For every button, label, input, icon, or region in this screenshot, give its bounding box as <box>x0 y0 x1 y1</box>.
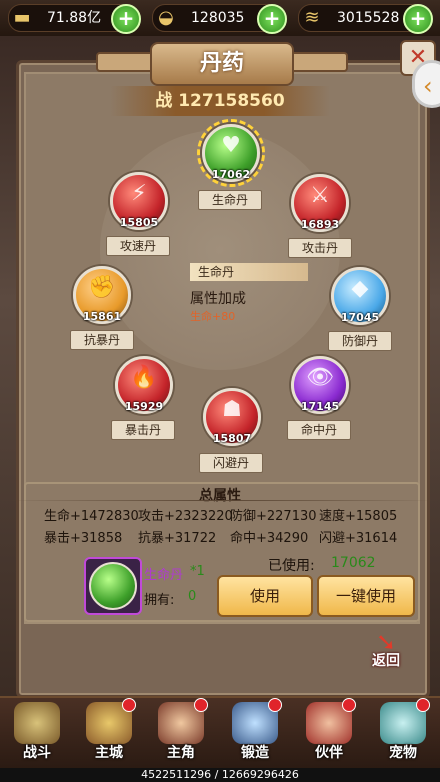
owned-label: 拥有: <box>144 593 175 608</box>
attr-accuracy: 命中+34290 <box>230 531 309 546</box>
flame-icon: 🔥 <box>130 365 158 390</box>
attr-speed: 速度+15805 <box>319 509 398 524</box>
add-gold-button[interactable]: + <box>257 4 287 34</box>
pill-label-defense: 防御丹 <box>328 331 392 351</box>
sword-icon: ⚔ <box>310 183 330 208</box>
side-drawer-toggle[interactable]: ‹ <box>412 60 440 108</box>
owned-count: 0 <box>188 589 197 604</box>
notification-dot <box>342 698 356 712</box>
pill-label-crit: 暴击丹 <box>111 420 175 440</box>
tooltip-value: 生命+80 <box>190 310 236 323</box>
notification-dot <box>416 698 430 712</box>
pill-label-dodge: 闪避丹 <box>199 453 263 473</box>
attr-life: 生命+1472830 <box>44 509 139 524</box>
attr-crit: 暴击+31858 <box>44 531 123 546</box>
attr-defense: 防御+227130 <box>230 509 317 524</box>
pill-label-anti-crit: 抗暴丹 <box>70 330 134 350</box>
combat-power: 战 127158560 <box>110 86 330 116</box>
pill-label-life: 生命丹 <box>198 190 262 210</box>
use-button[interactable]: 使用 <box>217 575 313 617</box>
used-label: 已使用: <box>268 558 315 574</box>
title-divider <box>0 500 440 501</box>
add-silver-button[interactable]: + <box>111 4 141 34</box>
notification-dot <box>268 698 282 712</box>
attr-attack: 攻击+2323220 <box>138 509 233 524</box>
pill-life[interactable]: ♥ 17062 <box>202 124 260 182</box>
selected-pill-slot[interactable] <box>84 557 142 615</box>
panel-title: 丹药 <box>150 42 294 86</box>
figure-icon: ☗ <box>222 397 242 422</box>
nav-partner[interactable]: 伙伴 <box>298 698 360 766</box>
pill-defense[interactable]: ◆ 17045 <box>331 267 389 325</box>
pill-dodge[interactable]: ☗ 15807 <box>203 388 261 446</box>
gold-resource: ◒ 128035 + <box>152 4 287 34</box>
total-attributes-title: 总属性 <box>199 488 241 504</box>
tooltip-subtitle: 属性加成 <box>190 291 246 307</box>
fist-icon: ✊ <box>88 275 116 300</box>
nav-hero[interactable]: 主角 <box>150 698 212 766</box>
notification-dot <box>194 698 208 712</box>
pill-label-attack: 攻击丹 <box>288 238 352 258</box>
pill-label-accuracy: 命中丹 <box>287 420 351 440</box>
gold-amount: 128035 <box>191 10 245 26</box>
silver-ingot-icon: ▬ <box>13 7 31 28</box>
nav-pet[interactable]: 宠物 <box>372 698 434 766</box>
used-count: 17062 <box>331 555 376 571</box>
selected-pill-qty: *1 <box>190 564 205 579</box>
pill-anti-crit[interactable]: ✊ 15861 <box>73 266 131 324</box>
gold-coins-icon: ≋ <box>304 7 320 28</box>
attr-anti-crit: 抗暴+31722 <box>138 531 217 546</box>
heart-icon: ♥ <box>221 133 241 158</box>
silver-amount: 71.88亿 <box>47 10 102 26</box>
add-coins-button[interactable]: + <box>403 4 433 34</box>
coin-resource: ≋ 3015528 + <box>298 4 433 34</box>
crossed-swords-icon <box>14 702 60 744</box>
notification-dot <box>122 698 136 712</box>
memory-readout: 4522511296 / 12669296426 <box>0 768 440 782</box>
use-all-button[interactable]: 一键使用 <box>317 575 415 617</box>
pill-crit[interactable]: 🔥 15929 <box>115 356 173 414</box>
pill-accuracy[interactable]: 👁 17145 <box>291 356 349 414</box>
pill-attack-speed[interactable]: ⚡ 15805 <box>110 172 168 230</box>
pill-label-attack-speed: 攻速丹 <box>106 236 170 256</box>
gold-ingot-icon: ◒ <box>158 7 174 28</box>
nav-forge[interactable]: 锻造 <box>224 698 286 766</box>
nav-battle[interactable]: 战斗 <box>6 700 68 766</box>
heart-icon <box>89 562 137 610</box>
back-button[interactable]: ➘ 返回 <box>368 628 414 669</box>
eye-icon: 👁 <box>306 365 334 390</box>
silver-resource: ▬ 71.88亿 + <box>8 4 141 34</box>
lightning-icon: ⚡ <box>131 181 147 206</box>
nav-city[interactable]: 主城 <box>78 698 140 766</box>
selected-pill-name: 生命丹 <box>144 568 184 583</box>
coin-amount: 3015528 <box>337 10 400 26</box>
tooltip-pill-name: 生命丹 <box>190 263 308 281</box>
shield-icon: ◆ <box>351 276 369 301</box>
pill-attack[interactable]: ⚔ 16893 <box>291 174 349 232</box>
attr-dodge: 闪避+31614 <box>319 531 398 546</box>
